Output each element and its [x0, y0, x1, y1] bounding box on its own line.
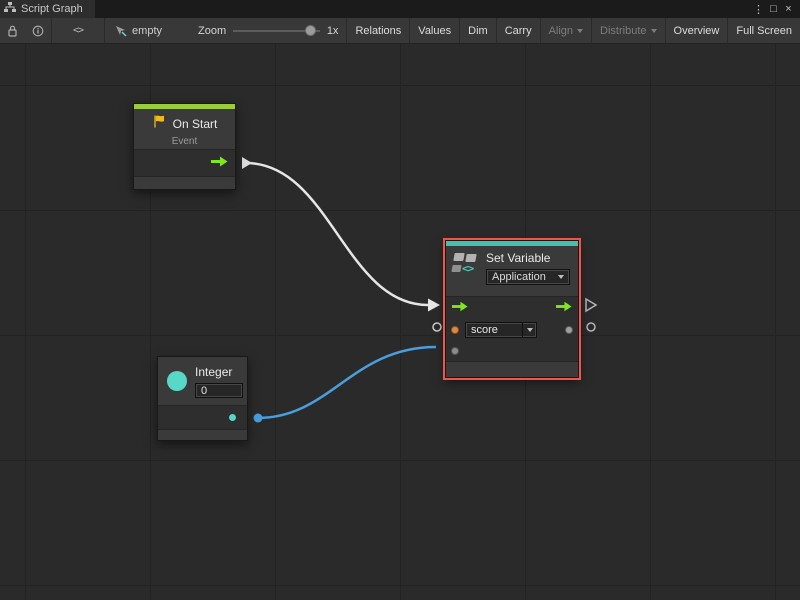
- info-button[interactable]: [25, 18, 51, 43]
- zoom-slider[interactable]: [233, 18, 320, 43]
- overview-button[interactable]: Overview: [666, 18, 728, 43]
- wire-arrowhead-icon: [428, 299, 440, 312]
- lock-button[interactable]: [0, 18, 25, 43]
- integer-output-port[interactable]: [254, 414, 263, 423]
- graph-icon: [4, 2, 16, 16]
- chevron-down-icon: [527, 328, 533, 332]
- tab-script-graph[interactable]: Script Graph: [0, 0, 95, 18]
- node-set-variable[interactable]: <> Set Variable Application: [445, 240, 579, 378]
- titlebar: Script Graph ⋮ □ ×: [0, 0, 800, 18]
- align-button: Align: [541, 18, 591, 43]
- window-menu-icon[interactable]: ⋮: [751, 3, 766, 16]
- value-output-dot[interactable]: [565, 326, 573, 334]
- window-maximize-icon[interactable]: □: [766, 3, 781, 15]
- code-icon: <>: [73, 25, 83, 36]
- zoom-label: Zoom: [198, 25, 226, 37]
- graph-canvas[interactable]: On Start Event: [0, 44, 800, 600]
- on-start-flow-output-port[interactable]: [242, 157, 252, 169]
- values-button[interactable]: Values: [410, 18, 459, 43]
- align-label: Align: [549, 25, 573, 37]
- tab-title: Script Graph: [21, 3, 83, 15]
- zoom-value: 1x: [327, 25, 339, 37]
- set-variable-name-input-port[interactable]: [433, 323, 441, 331]
- chevron-down-icon: [651, 29, 657, 33]
- flow-input-arrow-icon[interactable]: [452, 299, 468, 317]
- integer-icon: [167, 371, 187, 391]
- toolbar-separator: [51, 18, 52, 43]
- variable-name-value: score: [466, 323, 522, 337]
- dim-button[interactable]: Dim: [460, 18, 496, 43]
- node-footer: [134, 176, 235, 189]
- set-variable-icon: <>: [452, 253, 479, 279]
- integer-value-input[interactable]: 0: [195, 383, 243, 398]
- node-header[interactable]: On Start Event: [134, 109, 235, 149]
- pointer-icon: [115, 25, 127, 37]
- connection-wire-flow[interactable]: [246, 163, 428, 305]
- node-title: On Start: [173, 117, 218, 131]
- flow-output-arrow-icon[interactable]: [556, 299, 572, 317]
- variable-name-select[interactable]: score: [465, 322, 537, 338]
- graph-target-label: empty: [132, 25, 162, 37]
- select-caret-box[interactable]: [522, 323, 536, 337]
- chevron-down-icon: [558, 275, 564, 279]
- script-graph-window: Script Graph ⋮ □ × <>: [0, 0, 800, 600]
- variable-scope-value: Application: [492, 271, 546, 283]
- lock-icon: [7, 25, 18, 37]
- variable-name-port[interactable]: [451, 326, 459, 334]
- zoom-slider-handle[interactable]: [305, 25, 316, 36]
- node-header[interactable]: <> Set Variable Application: [446, 246, 578, 296]
- connections-layer: [0, 44, 800, 600]
- info-icon: [32, 25, 44, 37]
- flag-icon: [152, 114, 167, 134]
- connection-wire-value[interactable]: [258, 347, 436, 418]
- set-variable-value-output-port[interactable]: [587, 323, 595, 331]
- node-footer: [446, 361, 578, 377]
- graph-target[interactable]: empty: [105, 25, 172, 37]
- distribute-button: Distribute: [592, 18, 664, 43]
- flow-output-arrow-icon[interactable]: [211, 154, 228, 172]
- embed-graph-button[interactable]: <>: [66, 18, 90, 43]
- window-controls: ⋮ □ ×: [751, 3, 800, 16]
- node-subtitle: Event: [140, 136, 229, 147]
- node-header[interactable]: Integer 0: [158, 357, 247, 405]
- integer-output-dot[interactable]: [229, 414, 236, 421]
- node-title: Set Variable: [486, 251, 570, 265]
- distribute-label: Distribute: [600, 25, 646, 37]
- node-footer: [158, 429, 247, 440]
- relations-button[interactable]: Relations: [347, 18, 409, 43]
- node-title: Integer: [195, 365, 243, 379]
- node-integer[interactable]: Integer 0: [157, 356, 248, 441]
- value-input-port[interactable]: [451, 347, 459, 355]
- fullscreen-button[interactable]: Full Screen: [728, 18, 800, 43]
- variable-scope-dropdown[interactable]: Application: [486, 269, 570, 285]
- node-on-start[interactable]: On Start Event: [133, 103, 236, 190]
- chevron-down-icon: [577, 29, 583, 33]
- set-variable-flow-output-port[interactable]: [586, 299, 596, 311]
- carry-button[interactable]: Carry: [497, 18, 540, 43]
- graph-toolbar: <> empty Zoom 1x Relations Values Dim Ca…: [0, 18, 800, 44]
- window-close-icon[interactable]: ×: [781, 3, 796, 15]
